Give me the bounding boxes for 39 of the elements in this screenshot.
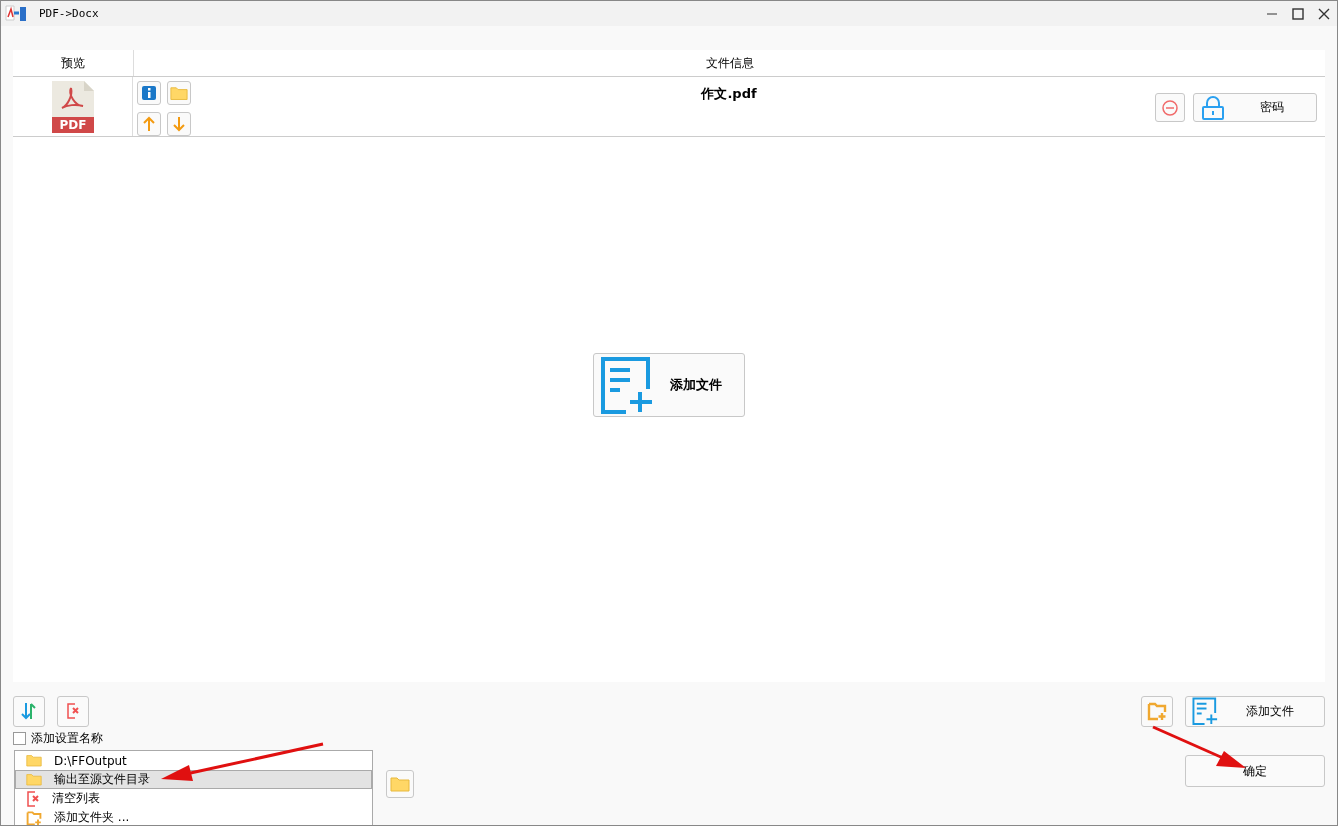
arrow-down-icon	[172, 116, 186, 132]
sort-button[interactable]	[13, 695, 45, 727]
settings-name-checkbox[interactable]: 添加设置名称	[13, 731, 103, 745]
document-remove-icon	[66, 703, 80, 719]
folder-icon	[170, 85, 188, 101]
minus-circle-icon	[1162, 99, 1178, 116]
folder-add-icon	[1147, 701, 1167, 721]
folder-icon	[26, 754, 42, 767]
folder-add-icon	[26, 809, 42, 825]
pdf-file-icon	[50, 79, 95, 134]
column-header: 文件信息	[705, 54, 754, 72]
move-down-button[interactable]	[167, 112, 191, 136]
remove-button[interactable]	[1155, 93, 1185, 122]
window-title: PDF->Docx	[39, 7, 99, 20]
add-folder-button[interactable]	[1141, 695, 1173, 727]
lock-icon	[1202, 95, 1224, 120]
output-folder-button[interactable]	[386, 770, 414, 798]
add-file-button[interactable]: 添加文件	[1185, 695, 1325, 727]
password-button[interactable]: 密码	[1193, 93, 1317, 122]
checkbox-label: 添加设置名称	[31, 729, 103, 747]
confirm-button[interactable]: 确定	[1185, 755, 1325, 787]
info-icon	[142, 86, 156, 100]
app-icon	[5, 4, 27, 23]
maximize-icon	[1292, 7, 1304, 20]
file-type-label: PDF	[58, 117, 88, 132]
folder-icon	[390, 776, 410, 792]
info-button[interactable]	[137, 81, 161, 105]
add-document-icon	[1192, 697, 1220, 725]
menu-item[interactable]: 输出至源文件目录	[15, 770, 372, 789]
move-up-button[interactable]	[137, 112, 161, 136]
clear-list-button[interactable]	[57, 695, 89, 727]
open-folder-button[interactable]	[167, 81, 191, 105]
column-header: 预览	[61, 54, 85, 72]
add-file-button[interactable]: 添加文件	[593, 352, 745, 417]
document-remove-icon	[26, 790, 40, 807]
folder-icon	[26, 773, 42, 786]
arrow-up-icon	[142, 116, 156, 132]
close-icon	[1318, 7, 1330, 20]
file-name: 作文.pdf	[701, 85, 757, 103]
